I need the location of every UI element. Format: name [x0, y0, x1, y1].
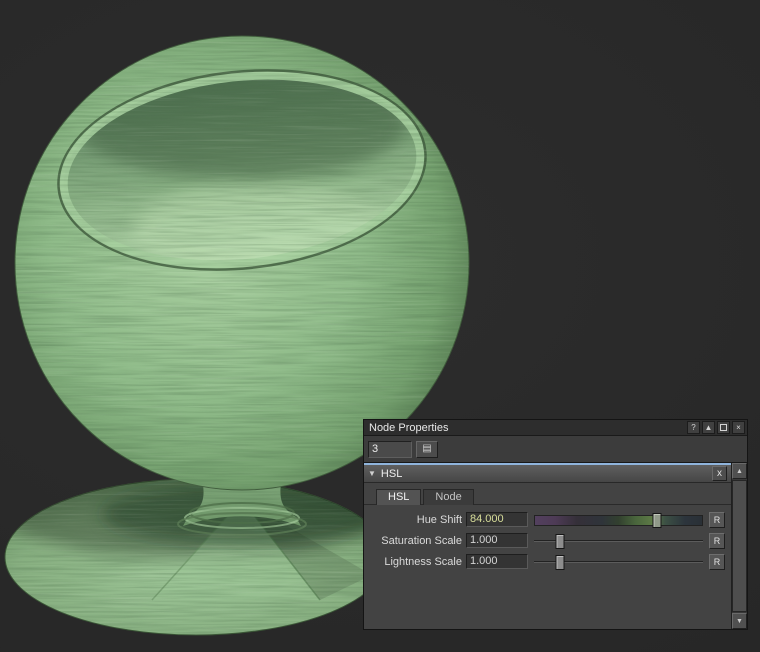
control-rows: Hue Shift 84.000 R Saturation Scale 1.00… [364, 505, 731, 629]
hue-shift-slider[interactable] [532, 512, 705, 528]
panel-toolrow: ▤ [364, 436, 747, 462]
reset-button[interactable]: R [709, 532, 725, 549]
control-label: Saturation Scale [381, 534, 462, 547]
viewport: Node Properties ? ▲ × ▤ ▼ HSL x HSL Node [0, 0, 760, 652]
panel-titlebar[interactable]: Node Properties ? ▲ × [364, 420, 747, 436]
control-label: Lightness Scale [384, 555, 462, 568]
slider-handle[interactable] [652, 513, 662, 528]
float-window-icon[interactable] [717, 421, 730, 434]
hsl-section-header[interactable]: ▼ HSL x [364, 463, 731, 483]
lightness-value-field[interactable]: 1.000 [466, 554, 528, 569]
section-close-button[interactable]: x [712, 466, 727, 481]
saturation-value-field[interactable]: 1.000 [466, 533, 528, 548]
saturation-slider[interactable] [532, 533, 705, 549]
list-popup-button[interactable]: ▤ [416, 440, 438, 458]
slider-handle[interactable] [555, 534, 565, 549]
panel-title: Node Properties [369, 421, 449, 434]
scrollbar-thumb[interactable] [732, 480, 747, 612]
hue-gradient-strip [534, 515, 703, 526]
node-index-field[interactable] [368, 440, 412, 458]
scroll-up-button[interactable]: ▲ [732, 463, 747, 479]
node-properties-panel: Node Properties ? ▲ × ▤ ▼ HSL x HSL Node [363, 419, 748, 630]
tab-bar: HSL Node [364, 483, 731, 505]
panel-content: ▼ HSL x HSL Node Hue Shift 84.000 R Satu… [364, 463, 732, 629]
tab-hsl[interactable]: HSL [376, 489, 422, 505]
expand-triangle-icon[interactable]: ▼ [368, 469, 376, 478]
slider-handle[interactable] [555, 555, 565, 570]
collapse-icon[interactable]: ▲ [702, 421, 715, 434]
control-label: Hue Shift [416, 513, 462, 526]
close-icon[interactable]: × [732, 421, 745, 434]
reset-button[interactable]: R [709, 553, 725, 570]
scrollbar[interactable]: ▲ ▼ [732, 463, 747, 629]
help-icon[interactable]: ? [687, 421, 700, 434]
hue-shift-value-field[interactable]: 84.000 [466, 512, 528, 527]
scroll-down-button[interactable]: ▼ [732, 613, 747, 629]
saturation-scale-row: Saturation Scale 1.000 R [364, 532, 727, 549]
reset-button[interactable]: R [709, 511, 725, 528]
section-title: HSL [380, 467, 403, 480]
lightness-scale-row: Lightness Scale 1.000 R [364, 553, 727, 570]
tab-node[interactable]: Node [423, 489, 474, 505]
lightness-slider[interactable] [532, 554, 705, 570]
panel-body: ▼ HSL x HSL Node Hue Shift 84.000 R Satu… [364, 462, 747, 629]
hue-shift-row: Hue Shift 84.000 R [364, 511, 727, 528]
